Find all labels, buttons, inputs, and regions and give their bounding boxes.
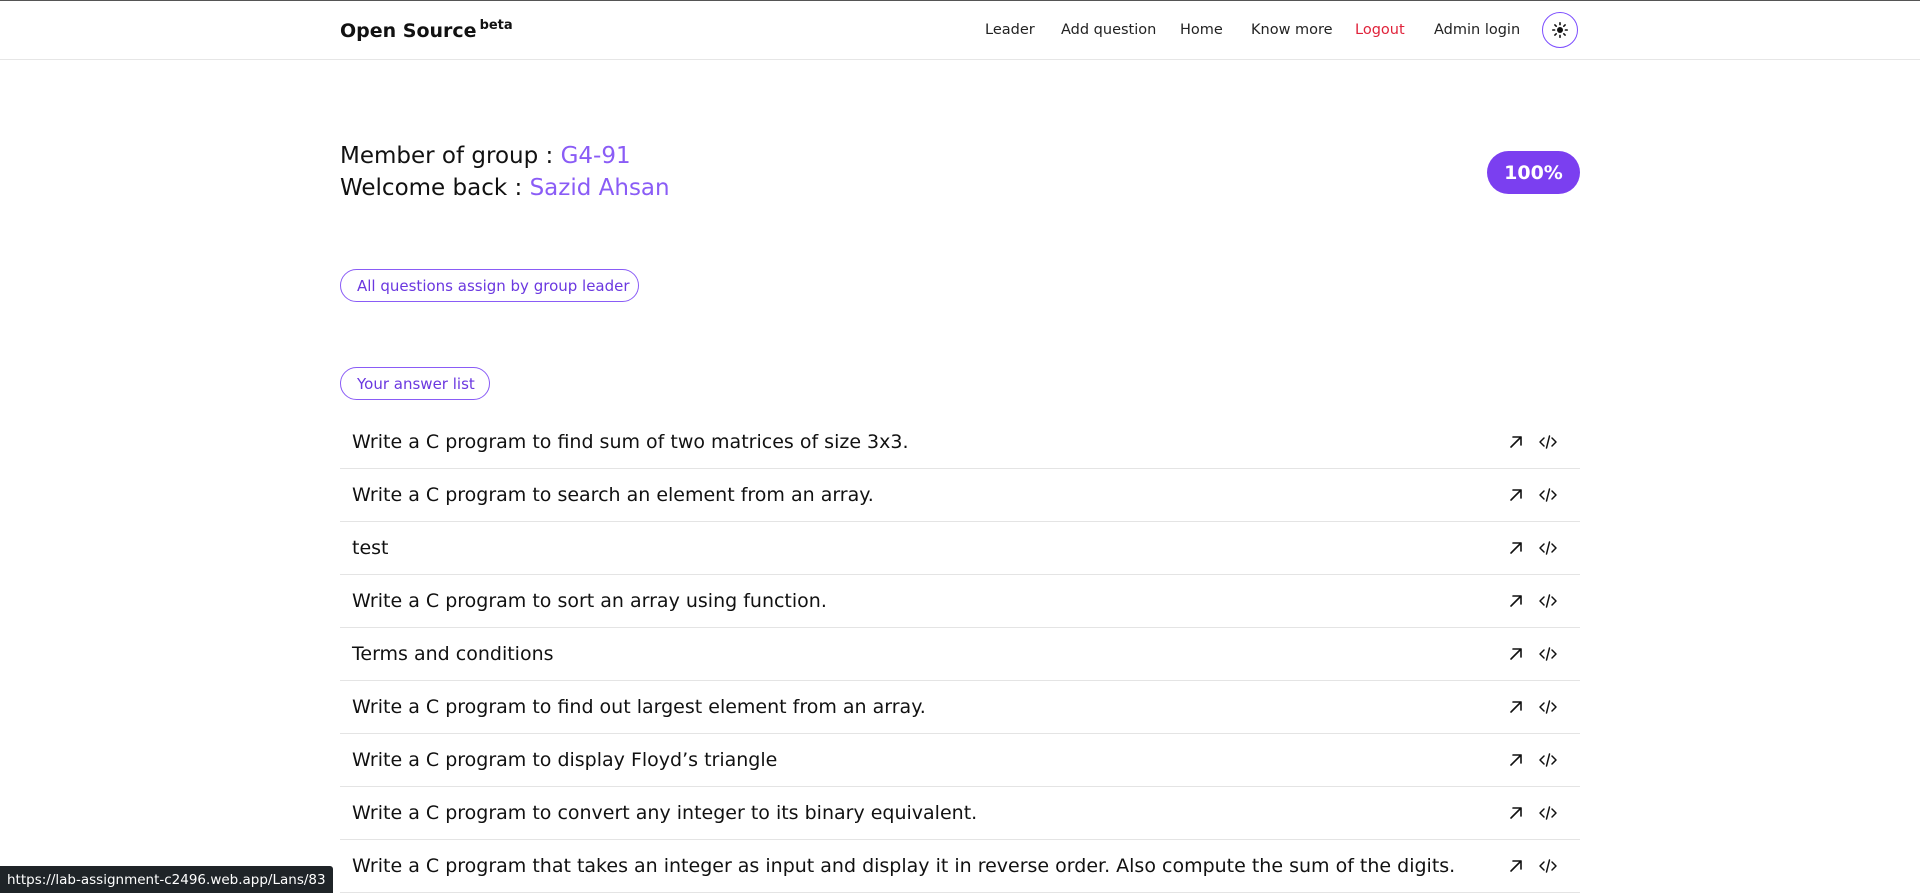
code-icon[interactable] (1538, 538, 1558, 558)
list-item: Write a C program to display Floyd’s tri… (340, 734, 1580, 787)
open-link-icon[interactable] (1506, 485, 1526, 505)
row-actions (1506, 538, 1558, 558)
row-actions (1506, 856, 1558, 876)
theme-toggle-button[interactable] (1542, 12, 1578, 48)
answer-title[interactable]: Write a C program to find out largest el… (352, 696, 926, 718)
code-icon[interactable] (1538, 591, 1558, 611)
welcome-label: Welcome back : (340, 175, 530, 201)
answer-title[interactable]: Write a C program to sort an array using… (352, 590, 827, 612)
nav-logout-link[interactable]: Logout (1355, 22, 1405, 38)
user-name: Sazid Ahsan (529, 175, 670, 201)
list-item: Write a C program to search an element f… (340, 469, 1580, 522)
row-actions (1506, 750, 1558, 770)
list-item: test (340, 522, 1580, 575)
answer-list: Write a C program to find sum of two mat… (340, 416, 1580, 893)
nav-admin-login-link[interactable]: Admin login (1434, 22, 1520, 38)
list-item: Write a C program that takes an integer … (340, 840, 1580, 893)
welcome-line: Welcome back : Sazid Ahsan (340, 175, 670, 201)
row-actions (1506, 644, 1558, 664)
code-icon[interactable] (1538, 432, 1558, 452)
row-actions (1506, 591, 1558, 611)
open-link-icon[interactable] (1506, 591, 1526, 611)
code-icon[interactable] (1538, 697, 1558, 717)
answer-title[interactable]: Write a C program that takes an integer … (352, 855, 1455, 877)
list-item: Write a C program to sort an array using… (340, 575, 1580, 628)
open-link-icon[interactable] (1506, 803, 1526, 823)
list-item: Terms and conditions (340, 628, 1580, 681)
open-link-icon[interactable] (1506, 432, 1526, 452)
list-item: Write a C program to find sum of two mat… (340, 416, 1580, 469)
list-item: Write a C program to convert any integer… (340, 787, 1580, 840)
group-label: Member of group : (340, 143, 561, 169)
answer-title[interactable]: Write a C program to display Floyd’s tri… (352, 749, 777, 771)
nav-leader-link[interactable]: Leader (985, 22, 1035, 38)
row-actions (1506, 432, 1558, 452)
group-value: G4-91 (560, 143, 631, 169)
link-status-bar: https://lab-assignment-c2496.web.app/Lan… (0, 866, 333, 893)
brand-name: Open Source (340, 20, 477, 42)
nav-home-link[interactable]: Home (1180, 22, 1223, 38)
answer-title[interactable]: test (352, 537, 389, 559)
answer-title[interactable]: Write a C program to search an element f… (352, 484, 874, 506)
code-icon[interactable] (1538, 856, 1558, 876)
list-item: Write a C program to find out largest el… (340, 681, 1580, 734)
code-icon[interactable] (1538, 803, 1558, 823)
all-questions-button[interactable]: All questions assign by group leader (340, 269, 639, 302)
group-membership-line: Member of group : G4-91 (340, 143, 631, 169)
open-link-icon[interactable] (1506, 697, 1526, 717)
row-actions (1506, 697, 1558, 717)
open-link-icon[interactable] (1506, 538, 1526, 558)
code-icon[interactable] (1538, 485, 1558, 505)
answer-title[interactable]: Write a C program to find sum of two mat… (352, 431, 909, 453)
row-actions (1506, 485, 1558, 505)
open-link-icon[interactable] (1506, 750, 1526, 770)
open-link-icon[interactable] (1506, 644, 1526, 664)
brand-logo[interactable]: Open Source beta (340, 18, 513, 42)
top-navbar: Open Source beta Leader Add question Home… (0, 2, 1920, 60)
nav-know-more-link[interactable]: Know more (1251, 22, 1333, 38)
nav-add-question-link[interactable]: Add question (1061, 22, 1156, 38)
brand-beta-tag: beta (479, 18, 513, 33)
sun-icon (1552, 22, 1568, 38)
code-icon[interactable] (1538, 644, 1558, 664)
open-link-icon[interactable] (1506, 856, 1526, 876)
code-icon[interactable] (1538, 750, 1558, 770)
row-actions (1506, 803, 1558, 823)
answer-title[interactable]: Write a C program to convert any integer… (352, 802, 977, 824)
answer-title[interactable]: Terms and conditions (352, 643, 554, 665)
answer-list-button[interactable]: Your answer list (340, 367, 490, 400)
progress-badge: 100% (1487, 151, 1580, 194)
